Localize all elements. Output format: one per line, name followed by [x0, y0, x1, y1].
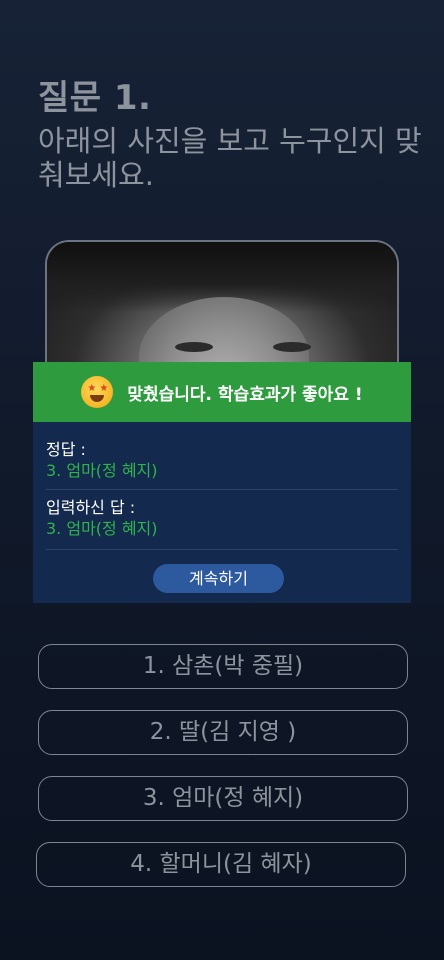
option-button-1[interactable]: 1. 삼촌(박 중필)	[38, 644, 408, 689]
question-text: 아래의 사진을 보고 누구인지 맞춰보세요.	[38, 124, 422, 192]
input-answer-label: 입력하신 답 :	[46, 498, 136, 517]
correct-answer-value: 3. 엄마(정 혜지)	[46, 461, 158, 480]
result-banner: ★ ★ 맞췄습니다. 학습효과가 좋아요 !	[33, 362, 411, 422]
option-button-4[interactable]: 4. 할머니(김 혜자)	[36, 842, 406, 887]
option-button-3[interactable]: 3. 엄마(정 혜지)	[38, 776, 408, 821]
question-number: 질문 1.	[38, 78, 152, 118]
option-button-2[interactable]: 2. 딸(김 지영 )	[38, 710, 408, 755]
star-struck-emoji-icon: ★ ★	[81, 376, 114, 408]
quiz-photo	[45, 240, 399, 380]
input-answer-value: 3. 엄마(정 혜지)	[46, 519, 158, 538]
input-answer-block: 입력하신 답 : 3. 엄마(정 혜지)	[46, 498, 398, 550]
photo-eye-left	[175, 342, 213, 352]
continue-button[interactable]: 계속하기	[153, 564, 284, 593]
correct-answer-label: 정답 :	[46, 440, 86, 459]
correct-answer-block: 정답 : 3. 엄마(정 혜지)	[46, 440, 398, 490]
photo-eye-right	[273, 342, 311, 352]
result-panel: 정답 : 3. 엄마(정 혜지) 입력하신 답 : 3. 엄마(정 혜지) 계속…	[33, 422, 411, 603]
result-message: 맞췄습니다. 학습효과가 좋아요 !	[127, 384, 363, 405]
